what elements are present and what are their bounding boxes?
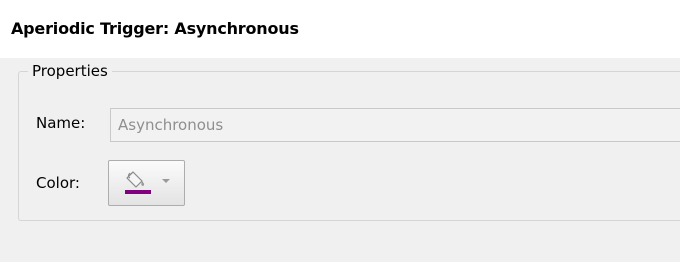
header-bar: Aperiodic Trigger: Asynchronous — [0, 0, 680, 58]
name-label: Name: — [36, 114, 86, 132]
properties-group-label: Properties — [28, 61, 112, 81]
name-input[interactable] — [110, 108, 680, 142]
color-label: Color: — [36, 174, 80, 192]
paint-bucket-icon — [125, 171, 151, 194]
selected-color-swatch — [125, 190, 151, 194]
color-picker-button[interactable] — [108, 160, 185, 206]
page-title: Aperiodic Trigger: Asynchronous — [11, 19, 299, 38]
dropdown-arrow-icon — [162, 179, 170, 183]
